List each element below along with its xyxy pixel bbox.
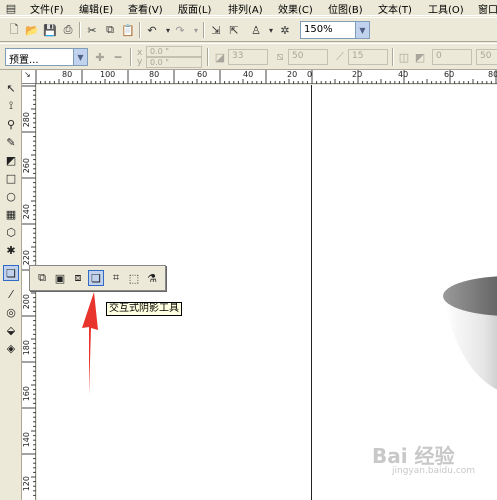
red-arrow-annotation [82,292,98,395]
separator [130,48,132,66]
interactive-fill-tool-icon[interactable]: ◈ [3,340,19,356]
shape-tool-icon[interactable]: ⟟ [3,98,19,114]
opacity-field[interactable]: 33 [228,49,268,65]
zoom-select[interactable]: 150% ▼ [300,21,370,39]
standard-toolbar: 🗋 📂 💾 ⎙ ✂ ⧉ 📋 ↶ ▾ ↷ ▾ ⇲ ⇱ ♙ ▾ ✲ 150% ▼ [0,17,497,42]
pick-tool-icon[interactable]: ↖ [3,80,19,96]
watermark-url: jingyan.baidu.com [392,466,476,476]
menu-file[interactable]: 文件(F) [30,1,64,16]
import-icon[interactable]: ⇲ [208,22,224,38]
paste-icon[interactable]: 📋 [120,22,136,38]
watermark: Bai 经验 [372,444,455,468]
drop-shadow-tool-icon[interactable]: ❏ [88,270,104,286]
add-preset-icon[interactable]: ✚ [92,49,108,65]
export-icon[interactable]: ⇱ [226,22,242,38]
menu-bar: ▤ 文件(F) 编辑(E) 查看(V) 版面(L) 排列(A) 效果(C) 位图… [0,0,497,16]
separator [139,22,141,38]
freehand-tool-icon[interactable]: ✎ [3,134,19,150]
extrude-tool-icon[interactable]: ⬚ [126,270,142,286]
open-icon[interactable]: 📂 [24,22,40,38]
menu-bitmaps[interactable]: 位图(B) [328,1,363,16]
offset-x-field[interactable]: 0.0 " [146,46,202,57]
tooltip: 交互式阴影工具 [106,302,182,316]
blend-tool-icon[interactable]: ⧉ [34,270,50,286]
menu-effects[interactable]: 效果(C) [278,1,313,16]
property-bar: 预置... ▼ ✚ ━ x y 0.0 " 0.0 " ◪ 33 ⧅ 50 ⟋ … [0,43,497,70]
print-icon[interactable]: ⎙ [60,22,76,38]
ellipse-tool-icon[interactable]: ○ [3,188,19,204]
chevron-down-icon[interactable]: ▼ [355,22,369,38]
y-label: y [137,57,143,67]
new-icon[interactable]: 🗋 [6,22,22,38]
direction-field[interactable]: 15 [348,49,388,65]
application-launcher-icon[interactable]: ♙ [248,22,264,38]
separator [392,48,394,66]
graph-paper-tool-icon[interactable]: ▦ [3,206,19,222]
menu-tools[interactable]: 工具(O) [428,1,464,16]
menu-arrange[interactable]: 排列(A) [228,1,263,16]
transparency-tool-icon[interactable]: ⚗ [144,270,160,286]
basic-shapes-tool-icon[interactable]: ⬡ [3,224,19,240]
contour-tool-icon[interactable]: ▣ [52,270,68,286]
direction-icon[interactable]: ⟋ [332,49,348,65]
preset-select[interactable]: 预置... ▼ [5,48,88,66]
zoom-value: 150% [304,24,333,35]
rectangle-tool-icon[interactable]: □ [3,170,19,186]
fade-icon[interactable]: ◫ [396,49,412,65]
separator [207,48,209,66]
fade-dropdown-icon[interactable]: ◩ [412,49,428,65]
redo-dropdown-icon[interactable]: ▾ [188,22,204,38]
remove-preset-icon[interactable]: ━ [110,49,126,65]
bowl-object[interactable] [440,270,497,400]
interactive-tool-icon[interactable]: ❏ [3,265,19,281]
feather-icon[interactable]: ⧅ [272,49,288,65]
menu-window[interactable]: 窗口 [478,1,497,16]
menu-text[interactable]: 文本(T) [378,1,412,16]
ruler-ticks [22,85,36,496]
chevron-down-icon[interactable]: ▼ [73,49,87,65]
ruler-ticks [35,70,497,84]
separator [79,22,81,38]
toolbox: ↖ ⟟ ⚲ ✎ ◩ □ ○ ▦ ⬡ ✱ ❏ ⁄ ◎ ⬙ ◈ [0,70,22,500]
envelope-tool-icon[interactable]: ⌗ [108,270,124,286]
fill-tool-icon[interactable]: ⬙ [3,322,19,338]
shadow-angle-icon[interactable]: ◪ [212,49,228,65]
separator [203,22,205,38]
horizontal-ruler: ↘ 80 100 80 60 40 20 0 20 40 60 80 [22,70,497,84]
feather-field[interactable]: 50 [288,49,328,65]
smart-fill-tool-icon[interactable]: ◩ [3,152,19,168]
menu-edit[interactable]: 编辑(E) [79,1,113,16]
page-border [311,85,312,500]
distort-tool-icon[interactable]: ⧈ [70,270,86,286]
interactive-tools-flyout: ⧉ ▣ ⧈ ❏ ⌗ ⬚ ⚗ [29,265,166,291]
zoom-tool-icon[interactable]: ⚲ [3,116,19,132]
undo-icon[interactable]: ↶ [144,22,160,38]
preset-value: 预置... [9,55,39,66]
corel-online-icon[interactable]: ✲ [277,22,293,38]
app-icon[interactable]: ▤ [3,0,19,16]
redo-icon[interactable]: ↷ [172,22,188,38]
menu-view[interactable]: 查看(V) [128,1,163,16]
text-tool-icon[interactable]: ✱ [3,242,19,258]
save-icon[interactable]: 💾 [42,22,58,38]
cut-icon[interactable]: ✂ [84,22,100,38]
menu-layout[interactable]: 版面(L) [178,1,211,16]
copy-icon[interactable]: ⧉ [102,22,118,38]
eyedropper-tool-icon[interactable]: ⁄ [3,286,19,302]
stretch-field[interactable]: 50 [476,49,497,65]
fade-field[interactable]: 0 [432,49,472,65]
offset-y-field[interactable]: 0.0 " [146,57,202,68]
outline-tool-icon[interactable]: ◎ [3,304,19,320]
vertical-ruler: 280 260 240 220 200 180 160 140 120 [22,84,36,500]
